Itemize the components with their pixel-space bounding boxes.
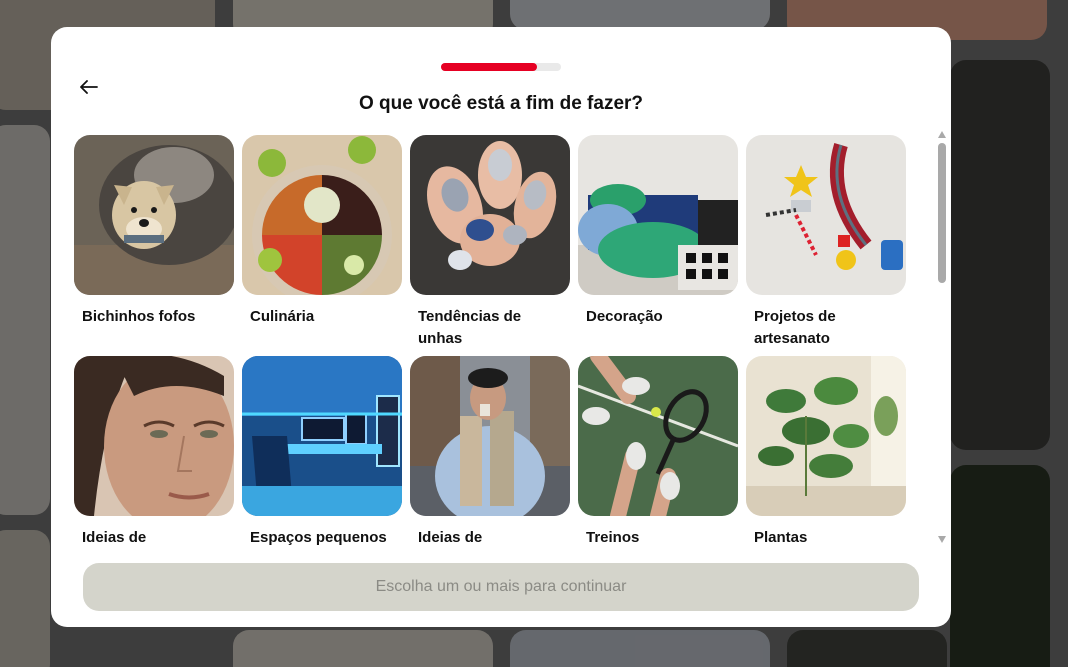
continue-button[interactable]: Escolha um ou mais para continuar	[83, 563, 919, 611]
topic-label: Plantas	[754, 529, 808, 545]
topic-label: Culinária	[250, 308, 315, 325]
topic-label: Treinos	[586, 529, 640, 545]
topic-image	[74, 135, 234, 295]
modal-title: O que você está a fim de fazer?	[358, 93, 644, 114]
topic-label: Tendências de unhas	[418, 308, 522, 347]
topic-card[interactable]: Bichinhos fofos	[74, 135, 234, 328]
topic-image	[578, 135, 738, 295]
topic-label: Bichinhos fofos	[82, 308, 196, 325]
progress-bar-fill	[441, 63, 537, 71]
topic-grid: Bichinhos fofos Culinária Tendências de …	[74, 135, 914, 545]
topic-image	[746, 356, 906, 516]
topic-card[interactable]: Culinária	[242, 135, 402, 328]
topic-label: Espaços pequenos	[250, 529, 387, 545]
topic-picker-modal: O que você está a fim de fazer? Bichinho…	[51, 27, 951, 627]
scrollbar[interactable]	[935, 129, 949, 545]
topic-label: Ideias de	[82, 529, 147, 545]
topic-card[interactable]: Ideias de	[74, 356, 234, 545]
topic-image	[410, 356, 570, 516]
topic-card[interactable]: Plantas	[746, 356, 906, 545]
topic-image	[578, 356, 738, 516]
topic-label: Projetos de artesanato	[754, 308, 836, 347]
scroll-up-arrow-icon[interactable]	[938, 131, 946, 138]
topic-image	[242, 135, 402, 295]
arrow-left-icon	[80, 80, 98, 94]
scroll-down-arrow-icon[interactable]	[938, 536, 946, 543]
progress-bar	[441, 63, 561, 71]
topic-image	[410, 135, 570, 295]
topic-card[interactable]: Decoração	[578, 135, 738, 328]
topic-card[interactable]: Treinos	[578, 356, 738, 545]
scrollbar-thumb[interactable]	[938, 143, 946, 283]
topic-card[interactable]: Projetos de artesanato	[746, 135, 906, 350]
topic-card[interactable]: Tendências de unhas	[410, 135, 570, 350]
topic-label: Decoração	[586, 308, 663, 325]
topic-image	[746, 135, 906, 295]
topic-card[interactable]: Ideias de	[410, 356, 570, 545]
topic-label: Ideias de	[418, 529, 483, 545]
topic-image	[74, 356, 234, 516]
topic-card[interactable]: Espaços pequenos	[242, 356, 402, 545]
topic-image	[242, 356, 402, 516]
